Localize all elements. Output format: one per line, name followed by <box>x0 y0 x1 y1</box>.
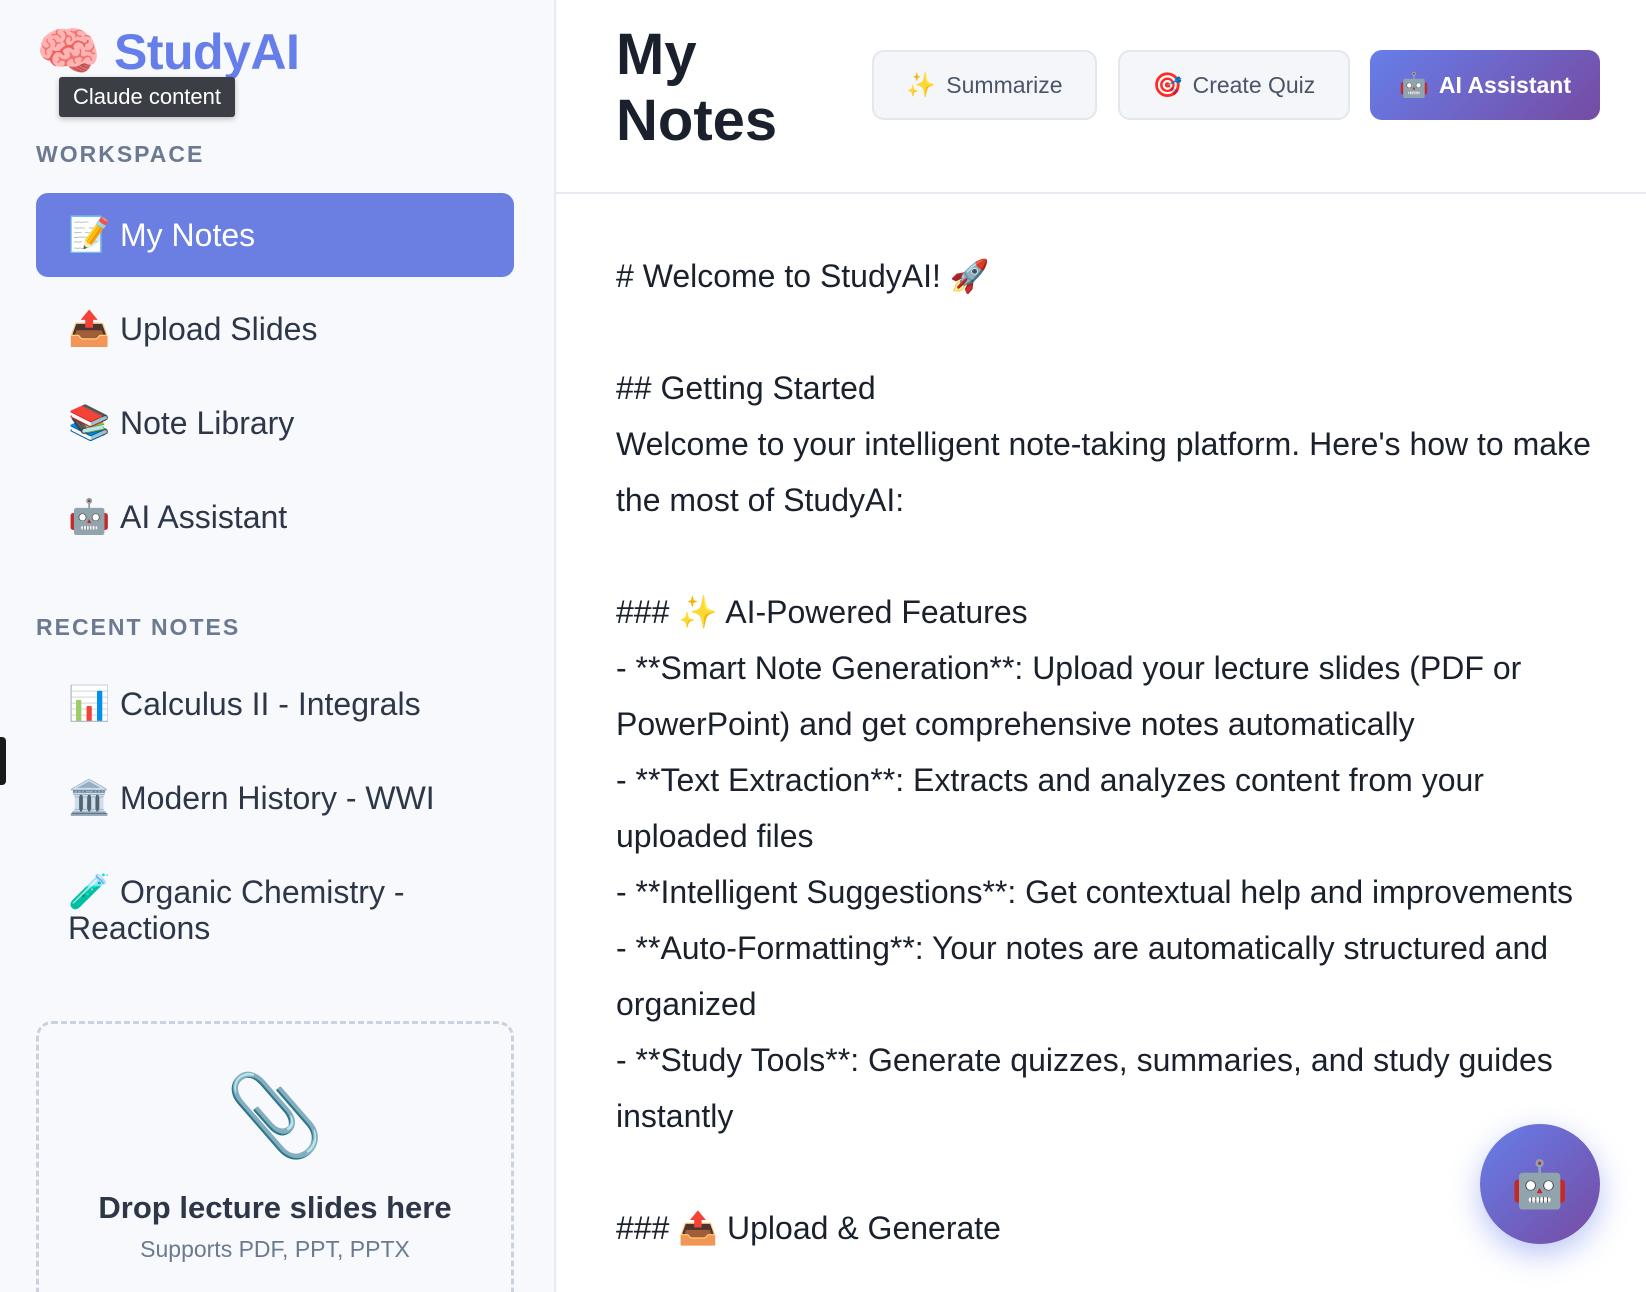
bar-chart-icon: 📊 <box>68 685 111 723</box>
note-line: - **Study Tools**: Generate quizzes, sum… <box>616 1042 1562 1134</box>
recent-note-label: Modern History - WWI <box>120 780 435 816</box>
create-quiz-label: Create Quiz <box>1192 71 1316 98</box>
brain-icon: 🧠 <box>36 23 101 81</box>
edge-handle[interactable] <box>0 737 6 785</box>
sidebar-item-note-library[interactable]: 📚 Note Library <box>36 381 514 465</box>
upload-dropzone[interactable]: 📎 Drop lecture slides here Supports PDF,… <box>36 1021 514 1292</box>
ai-assistant-button[interactable]: 🤖 AI Assistant <box>1370 50 1600 120</box>
summarize-button[interactable]: ✨ Summarize <box>872 50 1097 120</box>
main-panel: My Notes ✨ Summarize 🎯 Create Quiz 🤖 AI … <box>556 0 1646 1292</box>
note-editor[interactable]: # Welcome to StudyAI! 🚀 ## Getting Start… <box>616 248 1616 1256</box>
recent-note-label: Calculus II - Integrals <box>120 686 421 722</box>
sidebar-item-label: Upload Slides <box>120 310 318 347</box>
note-line <box>616 528 1616 584</box>
dropzone-title: Drop lecture slides here <box>98 1190 452 1225</box>
page-title: My Notes <box>616 22 778 153</box>
sidebar-item-upload-slides[interactable]: 📤 Upload Slides <box>36 287 514 371</box>
note-line: - **Auto-Formatting**: Your notes are au… <box>616 930 1557 1022</box>
recent-note-history[interactable]: 🏛️ Modern History - WWI <box>36 780 514 816</box>
summarize-label: Summarize <box>946 71 1063 98</box>
target-icon: 🎯 <box>1152 71 1183 99</box>
note-line: - **Smart Note Generation**: Upload your… <box>616 650 1531 742</box>
sidebar-item-ai-assistant[interactable]: 🤖 AI Assistant <box>36 475 514 559</box>
robot-icon: 🤖 <box>1399 71 1429 99</box>
recent-notes-label: RECENT NOTES <box>36 614 241 640</box>
upload-tray-icon: 📤 <box>68 310 111 348</box>
create-quiz-button[interactable]: 🎯 Create Quiz <box>1118 50 1350 120</box>
memo-icon: 📝 <box>68 216 111 254</box>
brand-name: StudyAI <box>114 24 300 80</box>
note-line: # Welcome to StudyAI! 🚀 <box>616 258 990 294</box>
note-line: ## Getting Started <box>616 370 876 406</box>
recent-note-calculus[interactable]: 📊 Calculus II - Integrals <box>36 686 514 722</box>
note-line <box>616 1144 1616 1200</box>
sparkles-icon: ✨ <box>906 71 937 99</box>
note-line: - **Text Extraction**: Extracts and anal… <box>616 762 1493 854</box>
sidebar-item-my-notes[interactable]: 📝 My Notes <box>36 193 514 277</box>
sidebar: 🧠 StudyAI Claude content WORKSPACE 📝 My … <box>0 0 556 1292</box>
classical-building-icon: 🏛️ <box>68 779 111 817</box>
paperclip-icon: 📎 <box>225 1071 325 1160</box>
recent-note-chemistry[interactable]: 🧪 Organic Chemistry - Reactions <box>36 874 456 946</box>
test-tube-icon: 🧪 <box>68 873 111 911</box>
note-line: ### 📤 Upload & Generate <box>616 1210 1001 1246</box>
note-line: Welcome to your intelligent note-taking … <box>616 426 1600 518</box>
robot-icon: 🤖 <box>1511 1157 1569 1210</box>
robot-icon: 🤖 <box>68 498 111 536</box>
tooltip: Claude content <box>59 77 235 117</box>
note-line: ### ✨ AI-Powered Features <box>616 594 1028 630</box>
ai-assistant-label: AI Assistant <box>1438 71 1571 98</box>
app-window: 🧠 StudyAI Claude content WORKSPACE 📝 My … <box>0 0 1646 1292</box>
note-line <box>616 304 1616 360</box>
books-icon: 📚 <box>68 404 111 442</box>
note-line: - **Intelligent Suggestions**: Get conte… <box>616 874 1573 910</box>
sidebar-item-label: AI Assistant <box>120 498 288 535</box>
ai-assistant-fab[interactable]: 🤖 <box>1480 1124 1600 1244</box>
dropzone-subtitle: Supports PDF, PPT, PPTX <box>140 1236 410 1262</box>
sidebar-item-label: My Notes <box>120 216 256 253</box>
sidebar-item-label: Note Library <box>120 404 295 441</box>
main-header: My Notes ✨ Summarize 🎯 Create Quiz 🤖 AI … <box>556 0 1646 194</box>
workspace-label: WORKSPACE <box>36 141 205 167</box>
brand[interactable]: 🧠 StudyAI <box>36 22 300 82</box>
